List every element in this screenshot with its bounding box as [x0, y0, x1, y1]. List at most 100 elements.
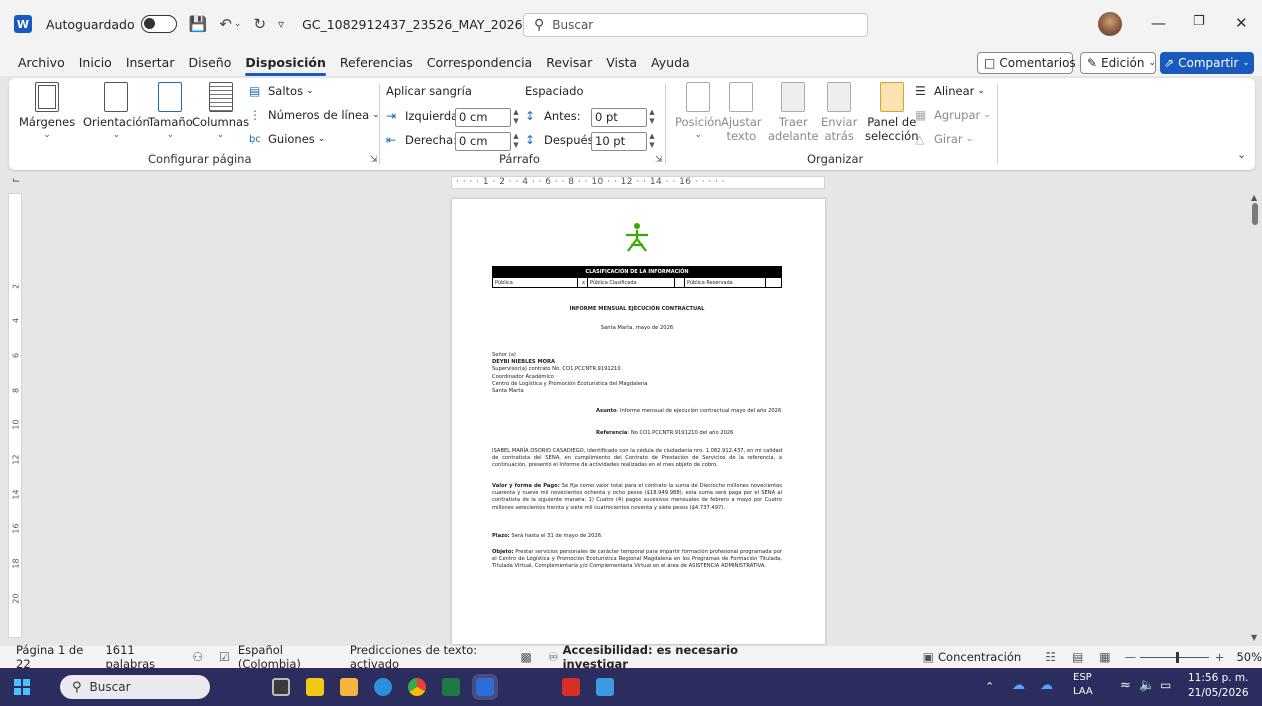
rotate-label: Girar — [934, 132, 963, 146]
tab-vista[interactable]: Vista — [606, 51, 637, 74]
file-explorer-icon[interactable] — [340, 678, 358, 696]
wrap-text-button[interactable]: Ajustar texto — [721, 82, 762, 143]
vertical-ruler[interactable]: 2 4 6 8 10 12 14 16 18 20 — [8, 193, 22, 638]
zoom-slider-thumb[interactable] — [1176, 651, 1180, 663]
margins-button[interactable]: Márgenes ⌄ — [19, 82, 75, 140]
read-mode-icon[interactable]: ☷ — [1045, 650, 1056, 664]
tab-ayuda[interactable]: Ayuda — [651, 51, 690, 74]
language[interactable]: Español (Colombia) — [238, 643, 334, 671]
position-button[interactable]: Posición ⌄ — [675, 82, 722, 140]
volume-icon[interactable]: 🔈 — [1139, 678, 1155, 693]
line-numbers-button[interactable]: ⋮ Números de línea ⌄ — [249, 108, 380, 122]
tab-selector-icon[interactable]: ⌙ — [12, 175, 20, 186]
show-hidden-icons-icon[interactable]: ⌃ — [985, 680, 994, 693]
page-setup-launcher-icon[interactable]: ⇲ — [370, 155, 378, 165]
vertical-scrollbar[interactable]: ▲ ▼ — [1249, 193, 1262, 645]
user-avatar[interactable] — [1098, 12, 1122, 36]
proofing-icon[interactable]: ☑ — [219, 650, 230, 664]
hyphenation-button[interactable]: ḅc Guiones ⌄ — [249, 132, 325, 146]
widgets-icon[interactable] — [306, 678, 324, 696]
indent-left-input[interactable]: 0 cm — [455, 108, 511, 127]
indent-left-stepper[interactable]: ▲ ▼ — [510, 108, 522, 127]
document-page[interactable]: CLASIFICACIÓN DE LA INFORMACIÓN Pública … — [452, 199, 825, 644]
paragraph-launcher-icon[interactable]: ⇲ — [655, 155, 663, 165]
accessibility-status[interactable]: Accesibilidad: es necesario investigar — [563, 643, 773, 671]
zoom-level[interactable]: 50% — [1236, 650, 1262, 664]
undo-icon[interactable]: ↶ — [219, 15, 232, 33]
group-button[interactable]: ▦ Agrupar ⌄ — [915, 108, 991, 122]
users-icon[interactable]: ⚇ — [192, 650, 203, 664]
close-icon[interactable]: ✕ — [1235, 14, 1248, 32]
taskbar-search[interactable]: ⚲ Buscar — [60, 675, 210, 699]
clock-time[interactable]: 11:56 p. m. — [1188, 672, 1249, 684]
tab-disposicion[interactable]: Disposición — [245, 51, 326, 76]
scroll-thumb[interactable] — [1252, 203, 1258, 225]
spacing-before-input[interactable]: 0 pt — [591, 108, 647, 127]
search-input[interactable]: ⚲ Buscar — [523, 13, 868, 37]
clock-date[interactable]: 21/05/2026 — [1188, 687, 1249, 699]
share-button[interactable]: ⇗ Compartir ⌄ — [1160, 52, 1254, 74]
input-language-region[interactable]: LAA — [1073, 686, 1093, 697]
tab-revisar[interactable]: Revisar — [546, 51, 592, 74]
redo-icon[interactable]: ↻ — [253, 15, 266, 33]
send-backward-button[interactable]: Enviar atrás — [821, 82, 857, 143]
selection-pane-button[interactable]: Panel de selección — [865, 82, 919, 143]
tab-referencias[interactable]: Referencias — [340, 51, 413, 74]
tab-insertar[interactable]: Insertar — [126, 51, 175, 74]
comments-button[interactable]: □ Comentarios — [977, 52, 1076, 74]
task-view-icon[interactable] — [272, 678, 290, 696]
word-count[interactable]: 1611 palabras — [105, 643, 176, 671]
text-predictions[interactable]: Predicciones de texto: activado — [350, 643, 505, 671]
web-layout-icon[interactable]: ▦ — [1099, 650, 1110, 664]
tab-correspondencia[interactable]: Correspondencia — [427, 51, 532, 74]
editing-mode-button[interactable]: ✎ Edición ⌄ — [1080, 52, 1156, 74]
size-button[interactable]: Tamaño ⌄ — [148, 82, 193, 140]
restore-icon[interactable]: ❐ — [1193, 14, 1205, 29]
spacing-after-stepper[interactable]: ▲ ▼ — [646, 132, 658, 151]
customize-toolbar-icon[interactable]: ▿ — [278, 17, 284, 31]
zoom-in-icon[interactable]: + — [1215, 650, 1225, 664]
tab-archivo[interactable]: Archivo — [18, 51, 65, 74]
input-language[interactable]: ESP — [1073, 672, 1092, 683]
scroll-down-icon[interactable]: ▼ — [1251, 633, 1257, 642]
page-count[interactable]: Página 1 de 22 — [16, 643, 89, 671]
scroll-up-icon[interactable]: ▲ — [1251, 193, 1257, 202]
autosave-toggle[interactable] — [140, 15, 177, 33]
collapse-ribbon-chevron-icon[interactable]: ⌄ — [1237, 148, 1246, 161]
app-icon[interactable] — [374, 678, 392, 696]
save-icon[interactable]: 💾 — [189, 15, 208, 33]
spacing-before-stepper[interactable]: ▲ ▼ — [646, 108, 658, 127]
zoom-out-icon[interactable]: — — [1125, 650, 1137, 664]
onedrive-icon[interactable]: ☁ — [1012, 678, 1025, 693]
tab-diseno[interactable]: Diseño — [188, 51, 231, 74]
battery-icon[interactable]: ▭ — [1160, 678, 1171, 692]
excel-icon[interactable] — [442, 678, 460, 696]
align-button[interactable]: ☰ Alinear ⌄ — [915, 84, 985, 98]
zoom-slider[interactable] — [1140, 651, 1209, 663]
rotate-button[interactable]: △ Girar ⌄ — [915, 132, 973, 146]
document-title[interactable]: GC_1082912437_23526_MAY_2026.... — [302, 17, 538, 32]
pdf-reader-icon[interactable] — [562, 678, 580, 696]
indent-right-stepper[interactable]: ▲ ▼ — [510, 132, 522, 151]
orientation-button[interactable]: Orientación ⌄ — [83, 82, 150, 140]
photos-icon[interactable] — [596, 678, 614, 696]
wifi-icon[interactable]: ≈ — [1120, 678, 1131, 693]
track-changes-icon[interactable]: ▩ — [521, 650, 532, 664]
focus-icon[interactable]: ▣ — [923, 650, 934, 664]
columns-button[interactable]: Columnas ⌄ — [192, 82, 249, 140]
minimize-icon[interactable]: — — [1151, 14, 1166, 32]
cloud-icon[interactable]: ☁ — [1040, 678, 1053, 693]
windows-start-icon[interactable] — [14, 679, 30, 695]
print-layout-icon[interactable]: ▤ — [1072, 650, 1083, 664]
breaks-button[interactable]: ▤ Saltos ⌄ — [249, 84, 314, 98]
undo-dropdown-icon[interactable]: ⌄ — [234, 19, 242, 29]
focus-mode[interactable]: Concentración — [938, 650, 1021, 664]
indent-right-input[interactable]: 0 cm — [455, 132, 511, 151]
word-taskbar-icon[interactable] — [476, 678, 494, 696]
spacing-after-input[interactable]: 10 pt — [591, 132, 647, 151]
chrome-icon[interactable] — [408, 678, 426, 696]
accessibility-icon[interactable]: ♾ — [548, 650, 559, 664]
bring-forward-button[interactable]: Traer adelante — [768, 82, 819, 143]
horizontal-ruler[interactable]: · · · · 1 · 2 · · 4 · · 6 · · 8 · · 10 ·… — [451, 176, 825, 189]
tab-inicio[interactable]: Inicio — [79, 51, 112, 74]
